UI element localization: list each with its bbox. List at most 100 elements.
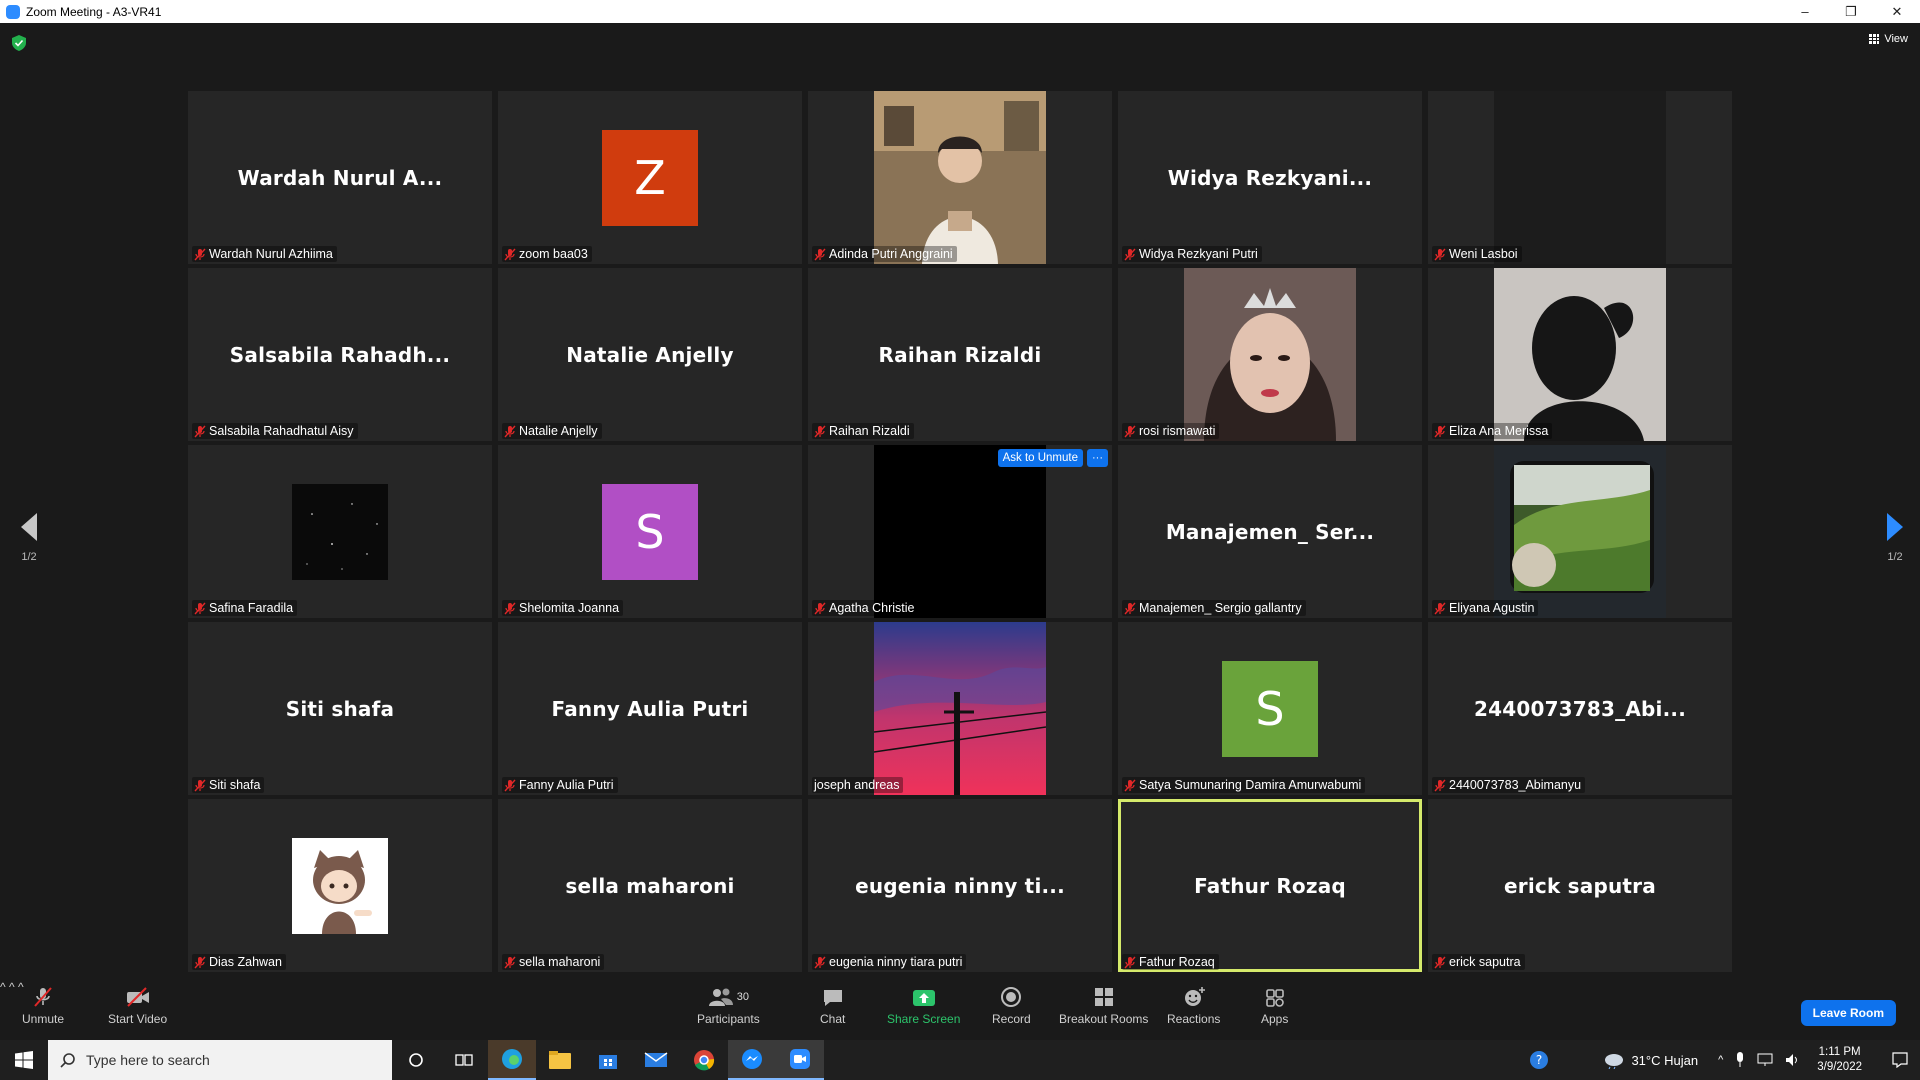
system-clock[interactable]: 1:11 PM 3/9/2022 (1817, 1045, 1862, 1075)
participant-tile[interactable]: Eliyana Agustin (1428, 445, 1732, 618)
participant-tile[interactable]: Safina Faradila (188, 445, 492, 618)
participant-tile[interactable]: Adinda Putri Anggraini (808, 91, 1112, 264)
tile-hover-actions: Ask to Unmute ··· (997, 449, 1108, 467)
taskbar-messenger[interactable] (728, 1040, 776, 1080)
meeting-stage: View 1/2 1/2 Wardah Nurul A... Wardah Nur… (0, 23, 1920, 980)
participant-name-label: Fanny Aulia Putri (502, 777, 618, 793)
participant-tile[interactable]: joseph andreas (808, 622, 1112, 795)
chat-button[interactable]: Chat (820, 986, 845, 1026)
participant-tile[interactable]: Fanny Aulia Putri Fanny Aulia Putri (498, 622, 802, 795)
reactions-button[interactable]: Reactions (1167, 986, 1220, 1026)
record-icon (1001, 987, 1022, 1007)
breakout-rooms-icon (1094, 988, 1113, 1006)
start-video-button[interactable]: Start Video (108, 986, 167, 1026)
participant-tile[interactable]: Eliza Ana Merissa (1428, 268, 1732, 441)
taskbar-file-explorer[interactable] (536, 1040, 584, 1080)
participant-tile[interactable]: rosi rismawati (1118, 268, 1422, 441)
participant-name: Eliyana Agustin (1449, 601, 1535, 615)
participant-display-name: erick saputra (1504, 873, 1656, 898)
taskbar-store[interactable] (584, 1040, 632, 1080)
network-icon[interactable] (1757, 1053, 1773, 1067)
taskbar-edge[interactable] (488, 1040, 536, 1080)
participant-tile[interactable]: Ask to Unmute ··· Agatha Christie (808, 445, 1112, 618)
minimize-button[interactable]: – (1782, 0, 1828, 23)
participant-tile[interactable]: S Shelomita Joanna (498, 445, 802, 618)
participants-button[interactable]: 30 Participants (697, 986, 760, 1026)
taskbar-mail[interactable] (632, 1040, 680, 1080)
taskbar-zoom[interactable] (776, 1040, 824, 1080)
chevron-up-icon[interactable]: ^ (1718, 1054, 1723, 1066)
store-icon (599, 1055, 617, 1069)
weather-cloud-icon[interactable] (1603, 1051, 1625, 1069)
view-button[interactable]: View (1869, 33, 1908, 45)
share-screen-button[interactable]: Share Screen (887, 986, 960, 1026)
participant-tile[interactable]: Raihan Rizaldi Raihan Rizaldi (808, 268, 1112, 441)
participant-name: Dias Zahwan (209, 955, 282, 969)
participant-display-name: Widya Rezkyani... (1167, 165, 1373, 190)
start-button[interactable] (0, 1040, 48, 1080)
record-button[interactable]: Record (992, 986, 1031, 1026)
participant-name: sella maharoni (519, 955, 601, 969)
encryption-shield-icon[interactable] (12, 35, 26, 51)
prev-page-button[interactable]: 1/2 (9, 513, 49, 563)
participant-tile[interactable]: S Satya Sumunaring Damira Amurwabumi (1118, 622, 1422, 795)
participant-tile[interactable]: Salsabila Rahadh... Salsabila Rahadhatul … (188, 268, 492, 441)
participant-tile[interactable]: eugenia ninny ti... eugenia ninny tiara p… (808, 799, 1112, 972)
breakout-rooms-button[interactable]: Breakout Rooms (1059, 986, 1148, 1026)
participant-tile[interactable]: Wardah Nurul A... Wardah Nurul Azhiima (188, 91, 492, 264)
participant-video-feed (1184, 268, 1356, 441)
notifications-button[interactable] (1880, 1040, 1920, 1080)
participant-tile[interactable]: Siti shafa Siti shafa (188, 622, 492, 795)
taskbar-chrome[interactable] (680, 1040, 728, 1080)
participant-display-name: sella maharoni (565, 873, 735, 898)
leave-room-button[interactable]: Leave Room (1800, 1000, 1896, 1026)
taskbar-search-box[interactable]: Type here to search (48, 1040, 392, 1080)
muted-mic-icon (1124, 602, 1136, 614)
messenger-icon (742, 1049, 762, 1069)
participant-tile[interactable]: erick saputra erick saputra (1428, 799, 1732, 972)
muted-mic-icon (34, 987, 52, 1007)
participant-name-label: Salsabila Rahadhatul Aisy (192, 423, 358, 439)
apps-label: Apps (1261, 1012, 1289, 1026)
participant-name-label: Eliyana Agustin (1432, 600, 1539, 616)
participant-tile[interactable]: Fathur Rozaq Fathur Rozaq (1118, 799, 1422, 972)
participant-display-name: Salsabila Rahadh... (229, 342, 451, 367)
ask-to-unmute-button[interactable]: Ask to Unmute (997, 449, 1083, 467)
participant-name: eugenia ninny tiara putri (829, 955, 963, 969)
muted-mic-icon (194, 602, 206, 614)
participant-video-feed (1494, 91, 1666, 264)
window-title: Zoom Meeting - A3-VR41 (26, 4, 162, 19)
muted-mic-icon (1434, 956, 1446, 968)
muted-mic-icon (814, 425, 826, 437)
more-options-button[interactable]: ··· (1087, 449, 1108, 467)
participant-tile[interactable]: sella maharoni sella maharoni (498, 799, 802, 972)
muted-mic-icon (1124, 248, 1136, 260)
muted-mic-icon (194, 956, 206, 968)
close-button[interactable]: ✕ (1874, 0, 1920, 23)
volume-icon[interactable] (1785, 1053, 1801, 1067)
participant-tile[interactable]: Weni Lasboi (1428, 91, 1732, 264)
audio-options-caret-icon[interactable]: ^ (0, 980, 6, 994)
grid-icon (1869, 34, 1880, 44)
participant-name: zoom baa03 (519, 247, 588, 261)
task-view-button[interactable] (440, 1040, 488, 1080)
participant-tile[interactable]: Widya Rezkyani... Widya Rezkyani Putri (1118, 91, 1422, 264)
participant-tile[interactable]: Natalie Anjelly Natalie Anjelly (498, 268, 802, 441)
cortana-button[interactable] (392, 1040, 440, 1080)
windows-logo-icon (15, 1051, 33, 1069)
microphone-icon[interactable] (1735, 1052, 1745, 1068)
participant-display-name: Natalie Anjelly (566, 342, 734, 367)
participant-tile[interactable]: 2440073783_Abi... 2440073783_Abimanyu (1428, 622, 1732, 795)
weather-text[interactable]: 31°C Hujan (1631, 1053, 1698, 1068)
unmute-button[interactable]: Unmute (22, 986, 64, 1026)
participant-name-label: Adinda Putri Anggraini (812, 246, 957, 262)
participant-tile[interactable]: Manajemen_ Ser... Manajemen_ Sergio galla… (1118, 445, 1422, 618)
participant-tile[interactable]: Zzoom baa03 (498, 91, 802, 264)
apps-button[interactable]: Apps (1261, 986, 1288, 1026)
participant-tile[interactable]: Dias Zahwan (188, 799, 492, 972)
help-button[interactable]: ? (1515, 1040, 1563, 1080)
muted-mic-icon (1434, 248, 1446, 260)
video-options-caret-icon[interactable]: ^ (9, 980, 15, 994)
next-page-button[interactable]: 1/2 (1875, 513, 1915, 563)
restore-button[interactable]: ❐ (1828, 0, 1874, 23)
